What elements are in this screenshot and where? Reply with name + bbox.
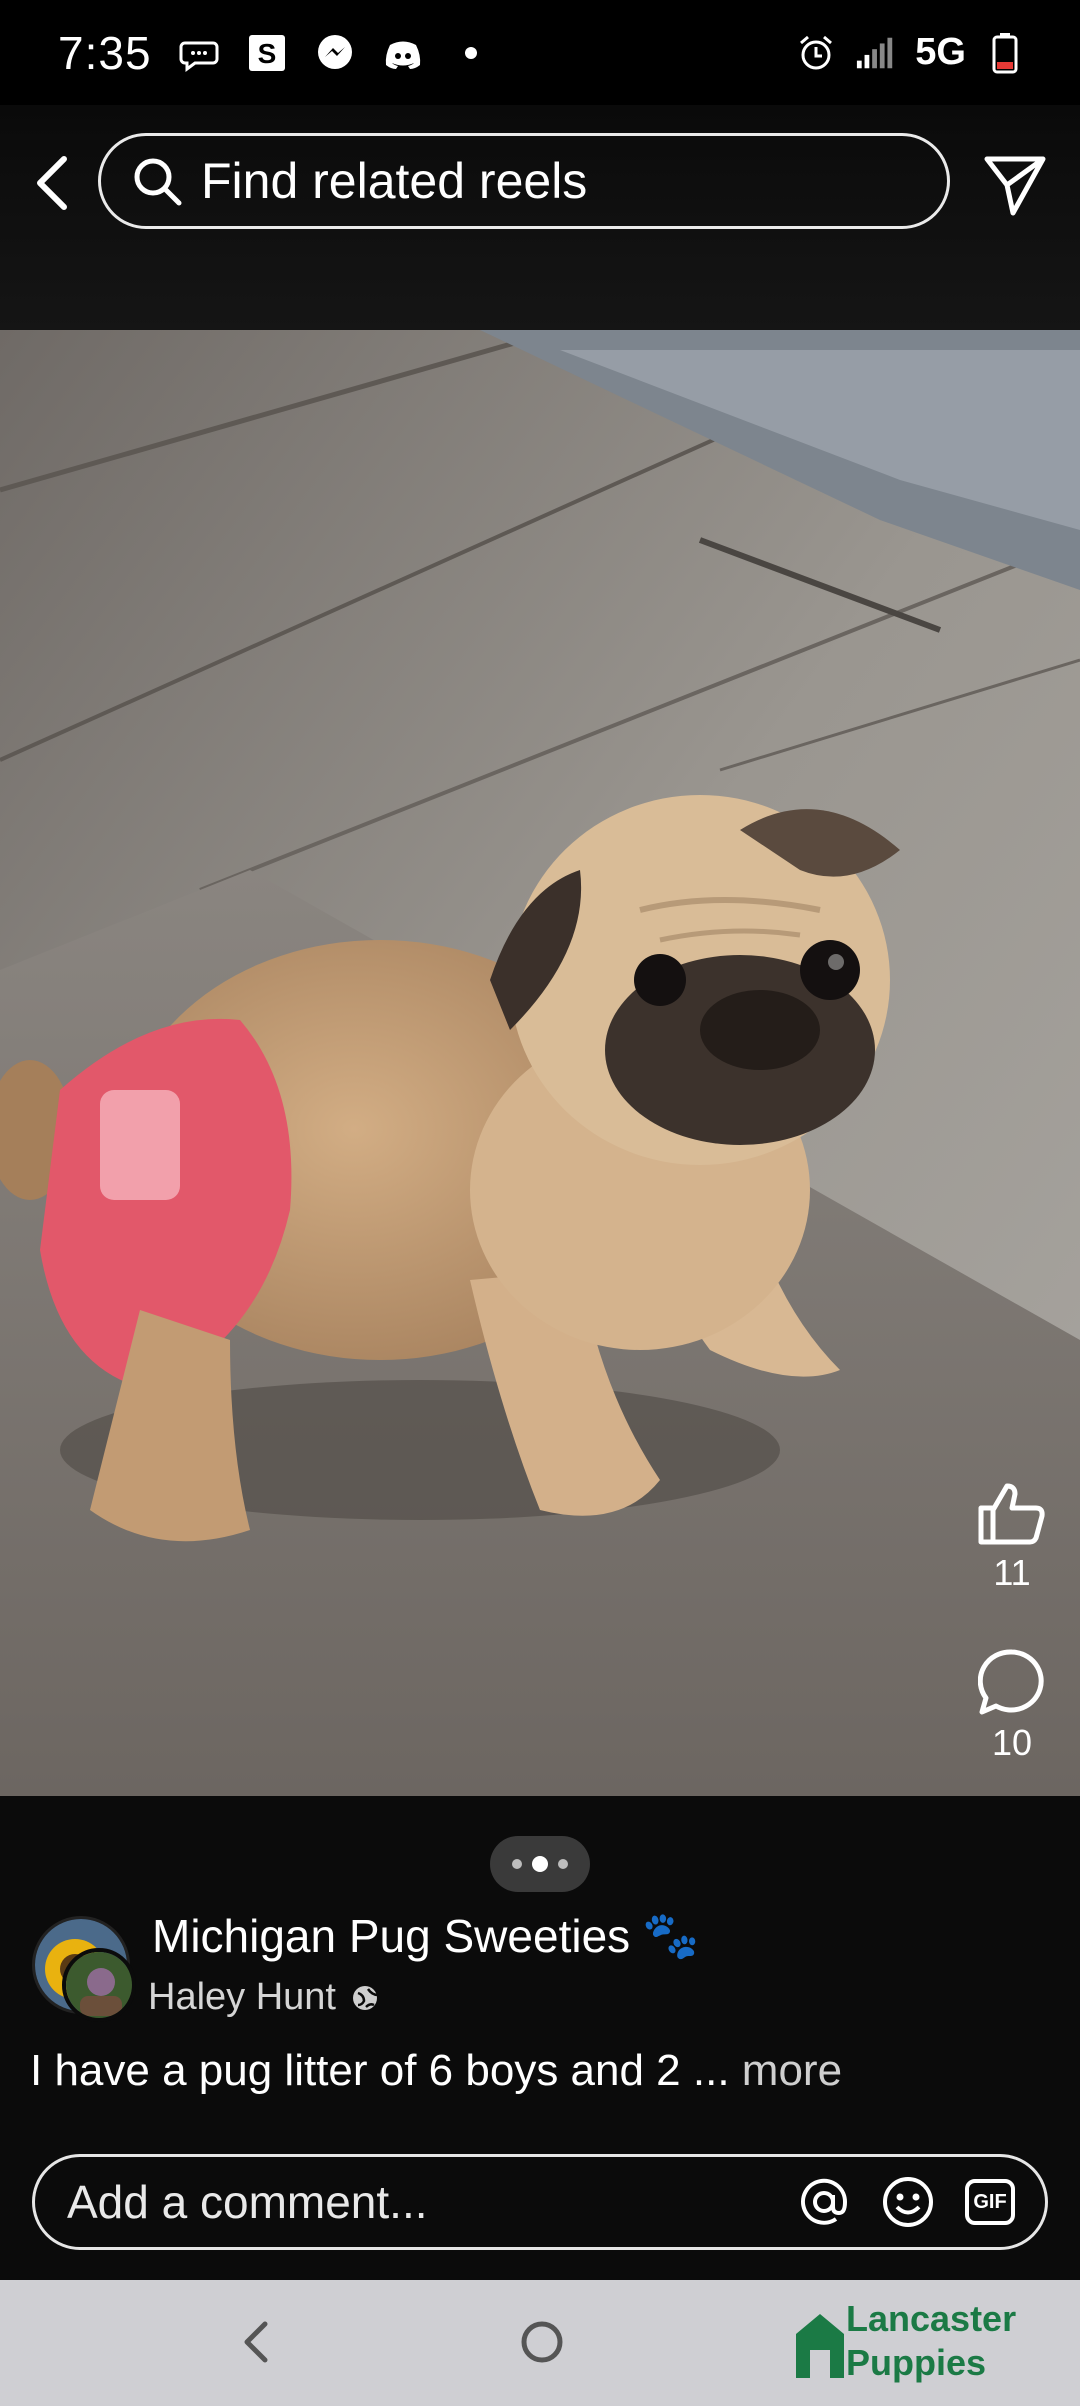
like-count: 11 (993, 1552, 1031, 1593)
comment-placeholder: Add a comment... (67, 2176, 428, 2228)
watermark-line-2: Puppies (846, 2342, 987, 2383)
search-input[interactable]: Find related reels (98, 133, 950, 229)
chevron-left-icon (37, 156, 67, 210)
pager-dot-active (532, 1856, 548, 1872)
comment-bubble-icon (978, 1649, 1044, 1715)
caption-text: I have a pug litter of 6 boys and 2 ... (30, 2046, 730, 2095)
lancaster-puppies-watermark: Lancaster Puppies (790, 2290, 1040, 2400)
watermark-line-1: Lancaster (846, 2298, 1017, 2339)
signal-icon (855, 32, 897, 74)
nav-back-button[interactable] (226, 2312, 286, 2372)
send-filter-button[interactable] (980, 150, 1050, 220)
search-placeholder: Find related reels (201, 153, 588, 209)
globe-icon (352, 1985, 379, 2010)
reels-header: Find related reels (0, 105, 1080, 330)
comment-action[interactable]: 10 (964, 1648, 1060, 1764)
system-nav-bar: Lancaster Puppies (0, 2280, 1080, 2406)
battery-icon (984, 32, 1026, 74)
emoji-icon[interactable] (881, 2175, 935, 2229)
post-caption[interactable]: I have a pug litter of 6 boys and 2 ... … (30, 2046, 842, 2096)
nav-back-chevron-icon (244, 2321, 268, 2363)
pug-photo-image (0, 330, 1080, 1796)
pager-dot (512, 1859, 522, 1869)
like-action[interactable]: 11 (964, 1480, 1060, 1594)
nav-home-button[interactable] (512, 2312, 572, 2372)
reels-screen: 7:35 S 5G Find related reels 11 10 Michi… (0, 0, 1080, 2406)
author-name-text: Haley Hunt (148, 1976, 336, 2018)
filter-icon (984, 156, 1046, 216)
gif-button[interactable]: GIF (965, 2179, 1015, 2225)
mention-icon[interactable] (797, 2175, 851, 2229)
status-time: 7:35 (58, 26, 152, 79)
messenger-icon (314, 32, 356, 74)
caption-more-link[interactable]: more (742, 2046, 842, 2095)
s-app-icon: S (246, 32, 288, 74)
page-name-text: Michigan Pug Sweeties (152, 1909, 631, 1962)
author-name[interactable]: Haley Hunt (148, 1976, 380, 2019)
pager-dot (558, 1859, 568, 1869)
nav-home-circle-icon (521, 2321, 563, 2363)
gif-label: GIF (973, 2190, 1007, 2213)
messages-icon (178, 32, 220, 74)
comment-count: 10 (991, 1722, 1033, 1763)
carousel-pager (490, 1836, 590, 1892)
alarm-icon (795, 32, 837, 74)
author-avatar[interactable] (62, 1948, 136, 2022)
lancaster-puppies-logo-icon (796, 2314, 844, 2378)
thumbs-up-icon (978, 1483, 1045, 1545)
network-type: 5G (915, 31, 966, 73)
reel-photo[interactable] (0, 330, 1080, 1796)
status-bar: 7:35 S 5G (0, 0, 1080, 105)
back-button[interactable] (22, 145, 82, 221)
search-icon (134, 158, 182, 206)
author-avatar-image (66, 1952, 132, 2018)
notification-dot-icon (450, 32, 492, 74)
paw-emoji: 🐾 (642, 1909, 700, 1961)
comment-input[interactable]: Add a comment... GIF (32, 2154, 1048, 2250)
discord-icon (382, 32, 424, 74)
svg-text:S: S (257, 38, 276, 69)
page-name[interactable]: Michigan Pug Sweeties 🐾 (152, 1908, 699, 1963)
post-info: Michigan Pug Sweeties 🐾 Haley Hunt I hav… (0, 1796, 1080, 2280)
